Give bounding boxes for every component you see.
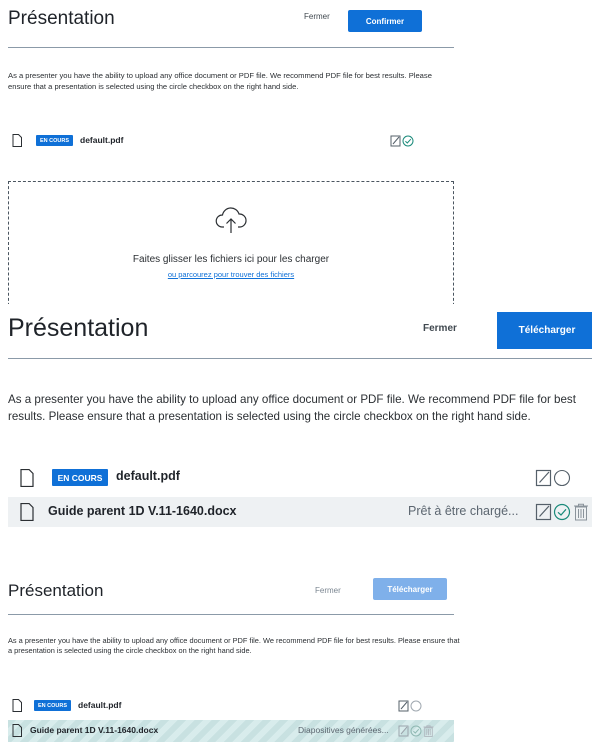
file-row: EN COURS default.pdf <box>8 132 454 150</box>
browse-files-link[interactable]: ou parcourez pour trouver des fichiers <box>9 270 453 279</box>
cloud-upload-icon <box>215 207 247 233</box>
file-status: Diapositives générées... <box>298 725 389 735</box>
selected-check-icon[interactable] <box>553 503 571 521</box>
edit-icon[interactable] <box>390 135 402 147</box>
upload-instructions: As a presenter you have the ability to u… <box>8 71 432 91</box>
close-button[interactable]: Fermer <box>315 586 341 595</box>
upload-instructions: As a presenter you have the ability to u… <box>8 636 460 656</box>
upload-button[interactable]: Télécharger <box>497 312 592 349</box>
selected-check-icon[interactable] <box>410 725 422 737</box>
trash-icon[interactable] <box>573 503 589 521</box>
header-divider <box>8 358 592 359</box>
file-name: default.pdf <box>78 700 122 710</box>
file-row: EN COURS default.pdf <box>8 467 592 493</box>
file-status: Prêt à être chargé... <box>408 504 519 518</box>
file-row: EN COURS default.pdf <box>8 697 454 715</box>
file-name: default.pdf <box>80 135 124 145</box>
panel-title: Présentation <box>8 8 115 29</box>
file-icon <box>20 503 34 521</box>
presentation-panel-confirm: Présentation Fermer Confirmer As a prese… <box>0 0 460 311</box>
panel-title: Présentation <box>8 581 104 600</box>
file-name: Guide parent 1D V.11-1640.docx <box>48 504 237 518</box>
header-divider <box>8 614 454 615</box>
file-row-processing: Guide parent 1D V.11-1640.docx Diapositi… <box>8 720 454 742</box>
dropzone-text: Faites glisser les fichiers ici pour les… <box>132 254 330 265</box>
trash-icon[interactable] <box>423 725 434 737</box>
select-circle-icon[interactable] <box>410 700 422 712</box>
file-dropzone[interactable]: Faites glisser les fichiers ici pour les… <box>8 181 454 311</box>
presentation-panel-processing: Présentation Fermer Télécharger As a pre… <box>0 570 460 746</box>
select-circle-icon[interactable] <box>553 469 571 487</box>
close-button[interactable]: Fermer <box>304 12 330 21</box>
edit-icon[interactable] <box>535 469 553 487</box>
current-badge: EN COURS <box>34 700 71 711</box>
header-divider <box>8 47 454 48</box>
selected-check-icon[interactable] <box>402 135 414 147</box>
upload-button-disabled[interactable]: Télécharger <box>373 578 447 600</box>
file-row: Guide parent 1D V.11-1640.docx Prêt à êt… <box>8 497 592 527</box>
file-icon <box>12 134 22 147</box>
current-badge: EN COURS <box>36 135 73 146</box>
close-button[interactable]: Fermer <box>423 323 457 334</box>
current-badge: EN COURS <box>52 469 108 486</box>
file-icon <box>20 469 34 487</box>
edit-icon[interactable] <box>398 725 410 737</box>
confirm-button[interactable]: Confirmer <box>348 10 422 32</box>
file-icon <box>12 699 22 712</box>
edit-icon[interactable] <box>398 700 410 712</box>
panel-title: Présentation <box>8 314 149 342</box>
edit-icon[interactable] <box>535 503 553 521</box>
file-name: Guide parent 1D V.11-1640.docx <box>30 725 159 735</box>
presentation-panel-upload: Présentation Fermer Télécharger As a pre… <box>0 304 592 544</box>
file-name: default.pdf <box>116 469 180 483</box>
file-icon <box>12 724 22 737</box>
upload-instructions: As a presenter you have the ability to u… <box>8 393 576 423</box>
